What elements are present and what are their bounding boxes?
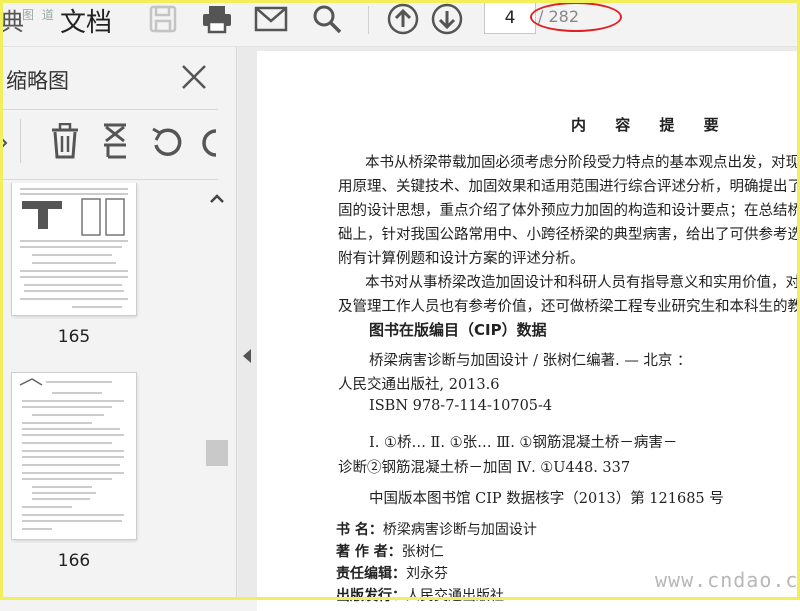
page-number-input[interactable]: 4 <box>484 2 536 34</box>
meta-value: 刘永芬 <box>406 566 448 582</box>
rotate-icon[interactable] <box>150 125 184 163</box>
toolbar: 典 图 道 文档 4 / 282 <box>0 0 800 47</box>
cip-line: ISBN 978-7-114-10705-4 <box>369 398 553 414</box>
meta-key: 书 名： <box>336 522 383 538</box>
close-icon[interactable] <box>178 61 210 93</box>
summary-line: 附有计算例题和设计方案的评述分析。 <box>338 251 585 267</box>
thumbnail-label: 166 <box>57 551 91 571</box>
summary-line: 用原理、关键技术、加固效果和适用范围进行综合评述分析，明确提出了积极 <box>338 179 800 195</box>
cip-line: 人民交通出版社, 2013.6 <box>338 377 500 393</box>
cip-line: 中国版本图书馆 CIP 数据核字（2013）第 121685 号 <box>369 491 724 507</box>
cip-line: 桥梁病害诊断与加固设计 / 张树仁编著. — 北京 ： <box>369 353 692 369</box>
save-icon[interactable] <box>146 2 180 36</box>
arrow-up-icon[interactable] <box>386 2 420 36</box>
thumbnail-content <box>20 188 128 308</box>
cip-line: 诊断②钢筋混凝土桥－加固 Ⅳ. ①U448. 337 <box>338 460 631 476</box>
mail-icon[interactable] <box>254 2 288 36</box>
thumbnail-scrollbar[interactable] <box>204 183 230 600</box>
meta-row: 书 名：桥梁病害诊断与加固设计 <box>336 519 537 539</box>
meta-row: 著 作 者：张树仁 <box>336 541 444 561</box>
cip-line: Ⅰ. ①桥… Ⅱ. ①张… Ⅲ. ①钢筋混凝土桥－病害－ <box>369 435 678 451</box>
collapse-panel-icon[interactable] <box>240 347 254 365</box>
meta-key: 出版发行： <box>336 588 406 604</box>
scroll-thumb[interactable] <box>206 440 228 466</box>
delete-icon[interactable] <box>50 122 80 163</box>
toolbar-divider <box>368 6 369 34</box>
chevron-icon[interactable] <box>0 133 10 157</box>
tab-watermark: 图 道 <box>22 8 56 22</box>
cip-heading: 图书在版编目（CIP）数据 <box>369 321 547 339</box>
divider <box>0 179 218 180</box>
divider <box>0 109 218 110</box>
meta-value: 人民交通出版社 <box>406 588 504 604</box>
thumbnail-label: 165 <box>57 327 91 347</box>
meta-row: 责任编辑：刘永芬 <box>336 563 448 583</box>
meta-row: 出版发行：人民交通出版社 <box>336 585 504 605</box>
summary-line: 本书从桥梁带载加固必须考虑分阶段受力特点的基本观点出发，对现有 <box>365 155 800 171</box>
tools-divider <box>20 119 21 163</box>
thumbnail-content <box>19 378 124 530</box>
thumbnail-page[interactable] <box>12 183 136 315</box>
crop-icon[interactable] <box>100 123 130 163</box>
site-watermark: www.cndao.com <box>655 568 800 592</box>
meta-value: 张树仁 <box>401 544 444 560</box>
thumbnail-tools <box>0 113 218 177</box>
thumbnail-page[interactable] <box>12 373 136 539</box>
highlight-circle <box>530 2 622 32</box>
search-icon[interactable] <box>310 2 344 36</box>
summary-line: 固的设计思想，重点介绍了体外预应力加固的构造和设计要点；在总结桥梁 <box>338 203 800 219</box>
rotate-counter-icon[interactable] <box>200 125 218 163</box>
page-title: 内 容 提 要 <box>571 116 731 134</box>
meta-value: 桥梁病害诊断与加固设计 <box>382 522 537 538</box>
panel-border <box>236 47 237 600</box>
chevron-up-icon[interactable] <box>204 187 230 211</box>
summary-line: 及管理工作人员也有参考价值，还可做桥梁工程专业研究生和本科生的教学 <box>338 299 800 315</box>
print-icon[interactable] <box>200 2 234 36</box>
tab-document[interactable]: 文档 <box>60 2 112 39</box>
thumbnail-list: 165 166 <box>0 183 204 600</box>
panel-title: 缩略图 <box>6 69 69 93</box>
summary-line: 础上，针对我国公路常用中、小跨径桥梁的典型病害，给出了可供参考选择 <box>338 227 800 243</box>
thumbnail-panel: 缩略图 165 166 <box>0 47 238 600</box>
summary-line: 本书对从事桥梁改造加固设计和科研人员有指导意义和实用价值，对 <box>365 275 800 291</box>
meta-key: 责任编辑： <box>336 566 406 582</box>
arrow-down-icon[interactable] <box>430 2 464 36</box>
document-area: 内 容 提 要 本书从桥梁带载加固必须考虑分阶段受力特点的基本观点出发，对现有 … <box>238 47 800 611</box>
document-page: 内 容 提 要 本书从桥梁带载加固必须考虑分阶段受力特点的基本观点出发，对现有 … <box>257 51 800 611</box>
tab-previous[interactable]: 典 <box>0 2 24 37</box>
meta-key: 著 作 者： <box>336 544 402 560</box>
